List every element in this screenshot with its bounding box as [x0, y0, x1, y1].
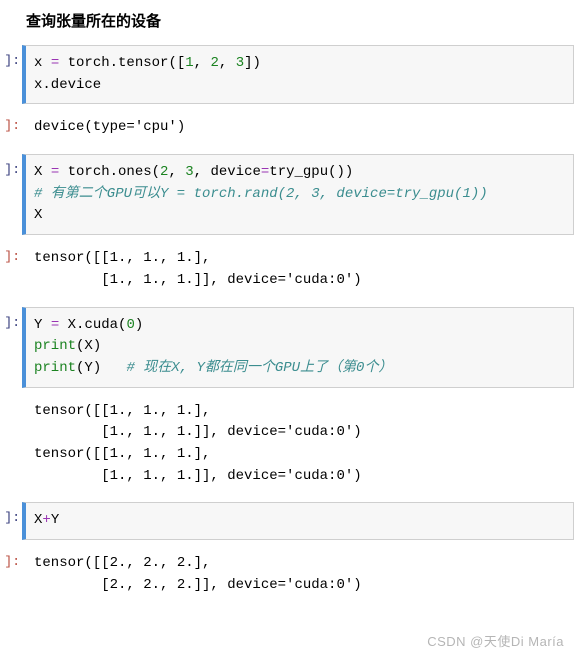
- code-token: torch.: [59, 164, 118, 180]
- code-token: (X): [76, 338, 101, 354]
- code-token: print: [34, 338, 76, 354]
- code-output: tensor([[1., 1., 1.], [1., 1., 1.]], dev…: [26, 241, 574, 300]
- out-prompt-blank: [0, 394, 22, 497]
- input-cell-1: ]: x = torch.tensor([1, 2, 3]) x.device: [0, 45, 574, 104]
- code-input: Y = X.cuda(0) print(X) print(Y) # 现在X, Y…: [22, 307, 574, 388]
- code-token: +: [42, 512, 50, 528]
- in-prompt: ]:: [0, 307, 22, 388]
- watermark: CSDN @天使Di María: [427, 631, 564, 650]
- code-token: =: [51, 317, 59, 333]
- code-token: ): [135, 317, 143, 333]
- code-token: x.device: [34, 77, 101, 93]
- code-token: print: [34, 360, 76, 376]
- output-line: [1., 1., 1.]], device='cuda:0'): [34, 272, 362, 288]
- code-token: tensor([: [118, 55, 185, 71]
- output-line: [1., 1., 1.]], device='cuda:0'): [34, 424, 362, 440]
- code-token: ,: [168, 164, 185, 180]
- code-token: ones(: [118, 164, 160, 180]
- code-output: tensor([[1., 1., 1.], [1., 1., 1.]], dev…: [26, 394, 574, 497]
- code-token: torch.: [59, 55, 118, 71]
- output-line: tensor([[1., 1., 1.],: [34, 446, 210, 462]
- code-comment: # 现在X, Y都在同一个GPU上了（第0个）: [126, 360, 392, 376]
- output-cell-1: ]: device(type='cpu'): [0, 110, 574, 148]
- code-input: x = torch.tensor([1, 2, 3]) x.device: [22, 45, 574, 104]
- out-prompt: ]:: [0, 241, 22, 300]
- in-prompt: ]:: [0, 154, 22, 235]
- code-token: X.: [59, 317, 84, 333]
- code-token: Y: [51, 512, 59, 528]
- code-token: 3: [185, 164, 193, 180]
- out-prompt: ]:: [0, 546, 22, 605]
- code-input: X = torch.ones(2, 3, device=try_gpu()) #…: [22, 154, 574, 235]
- code-token: try_gpu()): [269, 164, 353, 180]
- section-heading: 查询张量所在的设备: [0, 0, 574, 45]
- code-token: X: [34, 207, 42, 223]
- code-token: 0: [126, 317, 134, 333]
- output-line: [2., 2., 2.]], device='cuda:0'): [34, 577, 362, 593]
- output-cell-3: tensor([[1., 1., 1.], [1., 1., 1.]], dev…: [0, 394, 574, 497]
- output-cell-4: ]: tensor([[2., 2., 2.], [2., 2., 2.]], …: [0, 546, 574, 605]
- code-input: X+Y: [22, 502, 574, 540]
- code-token: cuda(: [84, 317, 126, 333]
- code-token: =: [51, 164, 59, 180]
- code-token: ,: [219, 55, 236, 71]
- code-token: ,: [194, 55, 211, 71]
- code-output: device(type='cpu'): [26, 110, 574, 148]
- input-cell-4: ]: X+Y: [0, 502, 574, 540]
- code-token: 2: [210, 55, 218, 71]
- input-cell-3: ]: Y = X.cuda(0) print(X) print(Y) # 现在X…: [0, 307, 574, 388]
- output-cell-2: ]: tensor([[1., 1., 1.], [1., 1., 1.]], …: [0, 241, 574, 300]
- output-line: tensor([[2., 2., 2.],: [34, 555, 210, 571]
- code-token: 1: [185, 55, 193, 71]
- in-prompt: ]:: [0, 502, 22, 540]
- code-comment: # 有第二个GPU可以Y = torch.rand(2, 3, device=t…: [34, 186, 488, 202]
- code-token: 3: [236, 55, 244, 71]
- code-token: (Y): [76, 360, 126, 376]
- code-token: Y: [34, 317, 51, 333]
- output-line: tensor([[1., 1., 1.],: [34, 250, 210, 266]
- code-token: ]): [244, 55, 261, 71]
- input-cell-2: ]: X = torch.ones(2, 3, device=try_gpu()…: [0, 154, 574, 235]
- code-output: tensor([[2., 2., 2.], [2., 2., 2.]], dev…: [26, 546, 574, 605]
- in-prompt: ]:: [0, 45, 22, 104]
- out-prompt: ]:: [0, 110, 22, 148]
- code-token: x: [34, 55, 51, 71]
- code-token: =: [51, 55, 59, 71]
- output-line: [1., 1., 1.]], device='cuda:0'): [34, 468, 362, 484]
- code-token: X: [34, 164, 51, 180]
- output-line: tensor([[1., 1., 1.],: [34, 403, 210, 419]
- code-token: , device: [194, 164, 261, 180]
